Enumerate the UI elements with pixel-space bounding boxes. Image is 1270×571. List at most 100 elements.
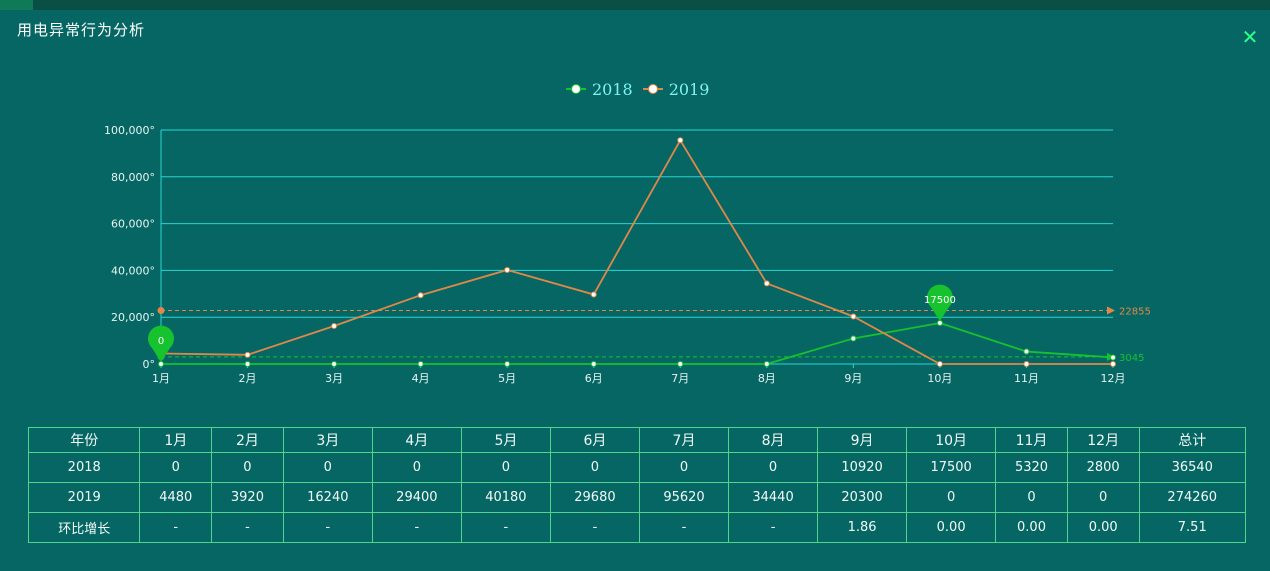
table-cell: 0	[728, 452, 819, 483]
y-tick-label: 60,000°	[111, 218, 155, 231]
mark-point-label: 17500	[924, 295, 956, 306]
data-point	[504, 361, 511, 367]
table-row: 2019 4480 3920 16240 29400 40180 29680 9…	[27, 482, 1246, 513]
data-point	[590, 291, 597, 298]
header-cell: 6月	[549, 427, 640, 453]
y-tick-label: 80,000°	[111, 171, 155, 184]
table-cell: -	[728, 512, 819, 543]
table-cell: 20300	[817, 482, 908, 513]
data-table: 年份 1月 2月 3月 4月 5月 6月 7月 8月 9月 10月 11月 12…	[27, 427, 1246, 543]
data-point	[504, 266, 511, 273]
x-tick-label: 4月	[412, 372, 430, 385]
series-line-2018	[161, 322, 1114, 365]
table-cell: 10920	[817, 452, 908, 483]
data-point	[244, 361, 251, 367]
x-tick-label: 3月	[325, 372, 343, 385]
table-cell: 274260	[1138, 482, 1246, 513]
x-tick-label: 7月	[671, 372, 689, 385]
data-point	[331, 361, 338, 367]
data-point	[1110, 354, 1116, 361]
data-point	[331, 322, 338, 329]
header-cell: 3月	[282, 427, 373, 453]
y-tick-label: 0°	[143, 358, 156, 371]
table-cell: 0	[995, 482, 1068, 513]
data-point	[763, 280, 770, 287]
x-tick-label: 10月	[927, 372, 952, 385]
table-row: 环比增长 - - - - - - - - 1.86 0.00 0.00 0.00…	[27, 512, 1246, 543]
header-cell: 7月	[638, 427, 730, 453]
data-point	[763, 361, 770, 367]
data-point	[1110, 361, 1116, 367]
data-point	[590, 361, 597, 367]
mark-line-arrow	[1107, 306, 1115, 315]
mark-line-label: 22855	[1119, 307, 1151, 318]
table-cell: 0	[371, 452, 462, 483]
header-cell: 11月	[995, 427, 1068, 453]
table-row: 2018 0 0 0 0 0 0 0 0 10920 17500 5320 28…	[27, 452, 1246, 483]
table-cell: -	[371, 512, 462, 543]
series-line-2019	[160, 138, 1113, 365]
data-point	[1023, 361, 1030, 367]
mark-point-label: 0	[158, 336, 164, 347]
table-cell: 29400	[371, 482, 462, 513]
table-cell: 29680	[549, 482, 640, 513]
table-cell: 0.00	[1066, 512, 1140, 543]
x-tick-label: 2月	[239, 372, 257, 385]
x-tick-label: 8月	[758, 372, 776, 385]
header-cell: 4月	[371, 427, 462, 453]
table-cell: 34440	[728, 482, 819, 513]
table-cell: 5320	[995, 452, 1068, 483]
table-cell: 0	[549, 452, 640, 483]
data-point	[417, 361, 424, 367]
table-cell: 17500	[906, 452, 997, 483]
table-cell: -	[211, 512, 284, 543]
table-cell: 16240	[282, 482, 373, 513]
header-cell: 8月	[728, 427, 819, 453]
table-cell: 36540	[1138, 452, 1246, 483]
table-cell: 0	[211, 452, 284, 483]
y-tick-label: 100,000°	[104, 124, 155, 137]
y-tick-label: 40,000°	[111, 264, 155, 277]
header-cell: 1月	[139, 427, 213, 453]
table-cell: 0	[906, 482, 997, 513]
header-cell: 9月	[817, 427, 908, 453]
x-tick-label: 12月	[1101, 372, 1126, 385]
table-cell: -	[139, 512, 213, 543]
data-point	[417, 292, 424, 299]
table-cell: 0	[460, 452, 551, 483]
header-cell: 12月	[1066, 427, 1140, 453]
table-cell: -	[549, 512, 640, 543]
table-cell: 环比增长	[27, 512, 141, 543]
table-cell: 0	[638, 452, 730, 483]
table-cell: 40180	[460, 482, 551, 513]
table-cell: 7.51	[1138, 512, 1246, 543]
data-point	[677, 137, 684, 144]
table-cell: 2800	[1066, 452, 1140, 483]
x-tick-label: 1月	[152, 372, 170, 385]
table-cell: 2019	[27, 482, 141, 513]
table-cell: 3920	[211, 482, 284, 513]
table-cell: 2018	[27, 452, 141, 483]
table-header-row: 年份 1月 2月 3月 4月 5月 6月 7月 8月 9月 10月 11月 12…	[27, 427, 1246, 453]
table-cell: 0	[282, 452, 373, 483]
header-cell: 总计	[1138, 427, 1246, 453]
table-cell: 0.00	[906, 512, 997, 543]
table-cell: 95620	[638, 482, 730, 513]
x-tick-label: 5月	[498, 372, 516, 385]
header-cell: 2月	[211, 427, 284, 453]
header-cell: 年份	[27, 427, 141, 453]
header-cell: 10月	[906, 427, 997, 453]
y-tick-label: 20,000°	[111, 311, 155, 324]
x-tick-label: 6月	[585, 372, 603, 385]
data-point	[936, 320, 943, 327]
table-cell: 0	[139, 452, 213, 483]
data-point	[850, 313, 857, 320]
data-point	[677, 361, 684, 367]
mark-line-start-dot	[157, 307, 165, 315]
table-cell: 4480	[139, 482, 213, 513]
x-tick-label: 9月	[844, 372, 862, 385]
data-point	[850, 335, 857, 342]
line-chart: 0° 20,000° 40,000° 60,000° 80,000° 100,000° 1月…	[104, 124, 1151, 385]
data-point	[936, 361, 943, 367]
data-point	[158, 361, 164, 367]
